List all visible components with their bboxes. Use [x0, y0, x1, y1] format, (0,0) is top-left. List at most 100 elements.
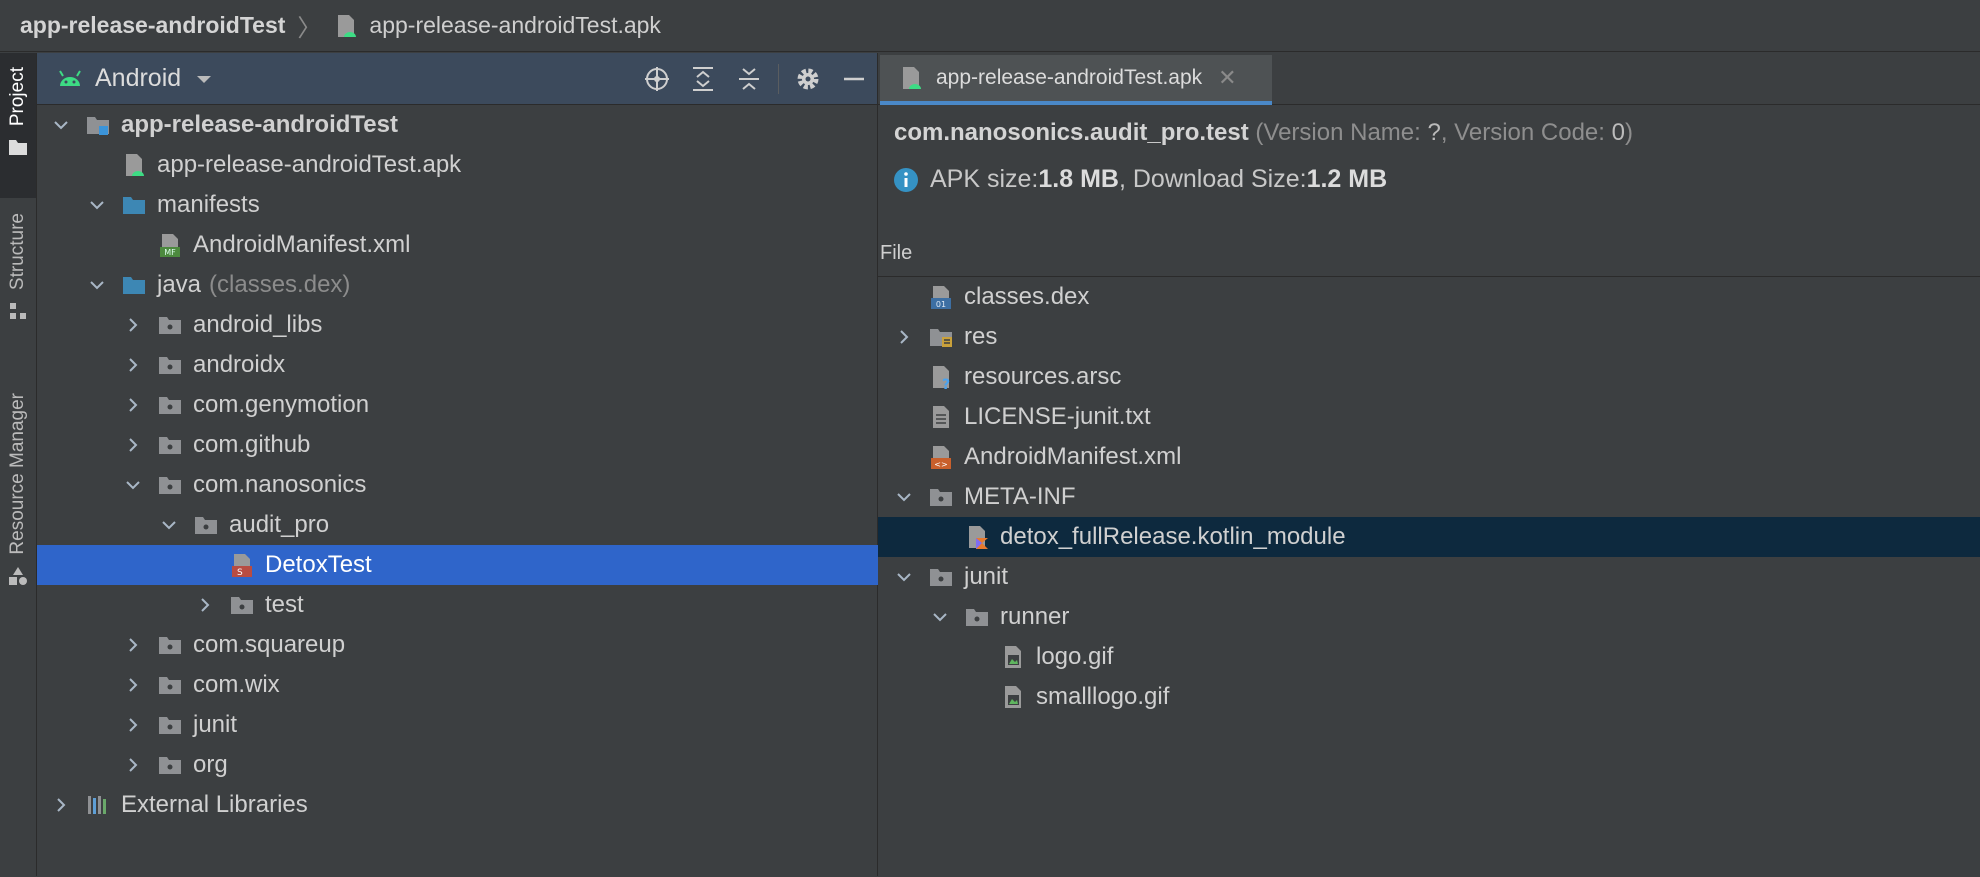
file-item-junit[interactable]: junit — [878, 557, 1980, 597]
tree-item-label: android_libs — [193, 311, 323, 338]
breadcrumb-file[interactable]: app-release-androidTest.apk — [333, 12, 661, 39]
chevron-right-icon[interactable] — [894, 327, 914, 347]
breadcrumb-file-label: app-release-androidTest.apk — [369, 12, 661, 38]
libraries-icon — [85, 792, 111, 818]
tree-item-label: AndroidManifest.xml — [193, 231, 411, 258]
breadcrumb-separator: 〉 — [297, 15, 322, 42]
chevron-down-icon[interactable] — [894, 487, 914, 507]
file-item-resources-arsc[interactable]: resources.arsc — [878, 357, 1980, 397]
editor-tab[interactable]: app-release-androidTest.apk ✕ — [880, 55, 1272, 105]
chevron-down-icon[interactable] — [894, 567, 914, 587]
apk-file-icon — [121, 152, 147, 178]
tree-item-label: com.genymotion — [193, 391, 370, 418]
version-name-label: (Version Name: — [1255, 119, 1428, 146]
tree-item-com-nanosonics[interactable]: com.nanosonics — [37, 465, 963, 505]
apk-analyzer-editor: app-release-androidTest.apk ✕ com.nanoso… — [878, 53, 1980, 877]
project-tool-label: Project — [7, 67, 28, 127]
folder-icon — [928, 564, 954, 590]
tree-item-label: audit_pro — [229, 511, 330, 538]
breadcrumb: app-release-androidTest 〉 app-release-an… — [0, 0, 1980, 52]
chevron-right-icon[interactable] — [195, 595, 215, 615]
tree-item-com-genymotion[interactable]: com.genymotion — [37, 385, 963, 425]
resource-manager-tool-button[interactable]: Resource Manager — [0, 393, 36, 587]
file-item-smalllogo-gif[interactable]: smalllogo.gif — [878, 677, 1980, 717]
image-file-icon — [1000, 684, 1026, 710]
file-column-header[interactable]: File — [878, 231, 1980, 277]
xml-file-icon — [928, 444, 954, 470]
tree-item-com-squareup[interactable]: com.squareup — [37, 625, 963, 665]
resource-manager-tool-label: Resource Manager — [7, 393, 28, 555]
file-item-label: smalllogo.gif — [1036, 683, 1170, 710]
tree-item-java[interactable]: java (classes.dex) — [37, 265, 927, 305]
expand-all-button[interactable] — [680, 53, 726, 105]
chevron-right-icon[interactable] — [123, 395, 143, 415]
kotlin-file-icon — [964, 524, 990, 550]
file-item-kotlin-module[interactable]: detox_fullRelease.kotlin_module — [878, 517, 1980, 557]
file-item-android-manifest[interactable]: AndroidManifest.xml — [878, 437, 1980, 477]
size-info: APK size: 1.8 MB, Download Size: 1.2 MB — [892, 165, 1387, 194]
chevron-right-icon[interactable] — [123, 715, 143, 735]
file-item-classes-dex[interactable]: classes.dex — [878, 277, 1980, 317]
tree-item-org[interactable]: org — [37, 745, 963, 785]
folder-icon — [928, 484, 954, 510]
module-icon — [85, 112, 111, 138]
file-item-runner[interactable]: runner — [878, 597, 1980, 637]
file-item-license[interactable]: LICENSE-junit.txt — [878, 397, 1980, 437]
project-tool-button[interactable]: Project — [0, 53, 36, 198]
chevron-down-icon[interactable] — [123, 475, 143, 495]
gear-icon — [797, 68, 819, 90]
tree-item-module[interactable]: app-release-androidTest — [37, 105, 891, 145]
tree-item-androidx[interactable]: androidx — [37, 345, 963, 385]
file-item-logo-gif[interactable]: logo.gif — [878, 637, 1980, 677]
res-folder-icon — [928, 324, 954, 350]
file-item-label: LICENSE-junit.txt — [964, 403, 1151, 430]
close-icon[interactable]: ✕ — [1218, 65, 1236, 91]
folder-icon — [9, 140, 27, 156]
tree-item-com-wix[interactable]: com.wix — [37, 665, 963, 705]
file-item-res[interactable]: res — [878, 317, 1980, 357]
version-name: ? — [1427, 119, 1441, 146]
package-icon — [157, 672, 183, 698]
collapse-all-button[interactable] — [726, 53, 772, 105]
chevron-right-icon[interactable] — [123, 355, 143, 375]
version-close: ) — [1624, 119, 1633, 146]
tree-item-junit[interactable]: junit — [37, 705, 963, 745]
apk-file-tree: classes.dex res resources.arsc LICENSE-j… — [878, 277, 1980, 877]
chevron-down-icon[interactable] — [87, 275, 107, 295]
tree-item-com-github[interactable]: com.github — [37, 425, 963, 465]
locate-button[interactable] — [634, 53, 680, 105]
tree-item-label: com.nanosonics — [193, 471, 367, 498]
tree-item-external-libraries[interactable]: External Libraries — [37, 785, 891, 825]
tree-item-label: app-release-androidTest — [121, 111, 398, 138]
chevron-right-icon[interactable] — [123, 675, 143, 695]
file-item-meta-inf[interactable]: META-INF — [878, 477, 1980, 517]
chevron-right-icon[interactable] — [51, 795, 71, 815]
chevron-right-icon[interactable] — [123, 635, 143, 655]
file-item-label: res — [964, 323, 998, 350]
tree-item-audit-pro[interactable]: audit_pro — [37, 505, 999, 545]
chevron-down-icon[interactable] — [930, 607, 950, 627]
caret-down-icon[interactable] — [195, 70, 213, 88]
chevron-right-icon[interactable] — [123, 315, 143, 335]
tree-item-apk[interactable]: app-release-androidTest.apk — [37, 145, 961, 185]
download-size-value: 1.2 MB — [1306, 165, 1388, 193]
tree-item-android-manifest[interactable]: AndroidManifest.xml — [37, 225, 997, 265]
tree-item-android-libs[interactable]: android_libs — [37, 305, 963, 345]
breadcrumb-root[interactable]: app-release-androidTest — [20, 12, 285, 39]
structure-tool-button[interactable]: Structure — [0, 213, 36, 322]
chevron-right-icon[interactable] — [123, 435, 143, 455]
settings-button[interactable] — [785, 53, 831, 105]
file-item-label: junit — [964, 563, 1009, 590]
chevron-down-icon[interactable] — [87, 195, 107, 215]
tree-item-label: androidx — [193, 351, 286, 378]
chevron-down-icon[interactable] — [51, 115, 71, 135]
tree-item-manifests[interactable]: manifests — [37, 185, 927, 225]
chevron-down-icon[interactable] — [159, 515, 179, 535]
crosshair-icon — [645, 67, 669, 91]
download-size-label: , Download Size: — [1118, 165, 1307, 193]
hide-panel-button[interactable] — [831, 53, 877, 105]
folder-icon — [121, 192, 147, 218]
view-mode-selector[interactable]: Android — [95, 64, 181, 93]
apk-size-value: 1.8 MB — [1038, 165, 1119, 193]
chevron-right-icon[interactable] — [123, 755, 143, 775]
